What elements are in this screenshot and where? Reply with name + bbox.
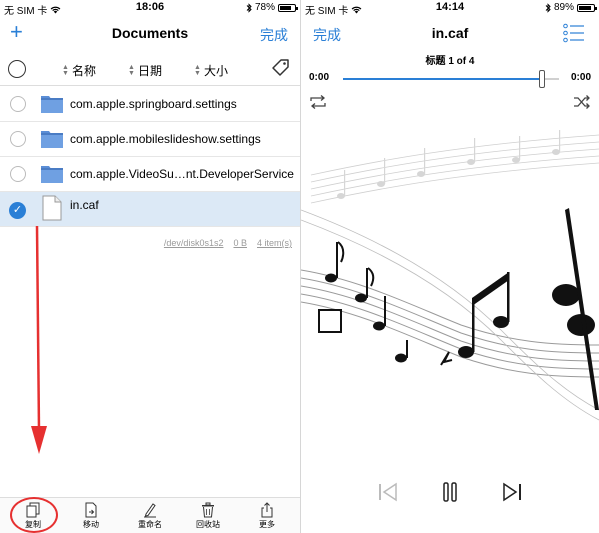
status-bar: 无 SIM 卡 14:14 89% (301, 0, 599, 17)
file-row[interactable]: com.apple.springboard.settings (0, 87, 300, 122)
file-name: in.caf (70, 198, 99, 212)
sort-by-size[interactable]: ▲ ▼ 大小 (194, 62, 228, 79)
file-row[interactable]: com.apple.VideoSu…nt.DeveloperService (0, 157, 300, 192)
done-button[interactable]: 完成 (260, 25, 288, 45)
folder-icon (41, 166, 63, 183)
item-count-link[interactable]: 4 item(s) (257, 238, 292, 248)
file-name: com.apple.VideoSu…nt.DeveloperService (70, 167, 294, 181)
page-title: Documents (111, 25, 189, 41)
progress-slider[interactable] (343, 78, 559, 80)
pause-icon[interactable] (438, 480, 462, 504)
sort-by-name[interactable]: ▲ ▼ 名称 (62, 62, 96, 79)
annotation-circle (10, 497, 58, 533)
annotation-arrow (31, 226, 47, 454)
sort-date-label: 日期 (137, 64, 162, 78)
sort-size-label: 大小 (203, 64, 228, 78)
repeat-icon[interactable] (309, 94, 327, 110)
checkmark-icon[interactable]: ✓ (9, 202, 26, 219)
battery-percent: 89% (553, 2, 574, 13)
trash-icon (202, 502, 214, 518)
row-checkbox[interactable] (10, 166, 26, 182)
move-button[interactable]: 移动 (71, 502, 111, 530)
playlist-icon[interactable] (563, 23, 585, 43)
select-all-checkbox[interactable] (8, 60, 26, 78)
sort-header: ▲ ▼ 名称 ▲ ▼ 日期 ▲ ▼ 大小 (0, 52, 300, 86)
sort-arrows-icon: ▲ ▼ (128, 63, 135, 77)
shuffle-icon[interactable] (573, 94, 591, 110)
battery-icon (278, 3, 298, 12)
file-row-selected[interactable]: ✓ in.caf (0, 192, 300, 227)
status-bar: 无 SIM 卡 18:06 78% (0, 0, 300, 17)
row-checkbox[interactable] (10, 96, 26, 112)
page-title: in.caf (431, 25, 469, 41)
battery-icon (577, 3, 597, 12)
track-counter: 标题 1 of 4 (425, 56, 475, 67)
file-row[interactable]: com.apple.mobileslideshow.settings (0, 122, 300, 157)
more-label: 更多 (259, 520, 275, 529)
file-name: com.apple.springboard.settings (70, 97, 237, 111)
document-icon (42, 195, 62, 221)
trash-button[interactable]: 回收站 (188, 502, 228, 530)
progress-fill (343, 78, 542, 80)
share-icon (261, 502, 273, 518)
rename-label: 重命名 (138, 520, 162, 529)
more-button[interactable]: 更多 (247, 502, 287, 530)
file-browser-screen: 无 SIM 卡 18:06 78% + Documents 完成 ▲ ▼ 名称 ▲… (0, 0, 300, 533)
sort-name-label: 名称 (71, 64, 96, 78)
folder-icon (41, 96, 63, 113)
sort-by-date[interactable]: ▲ ▼ 日期 (128, 62, 162, 79)
previous-track-icon[interactable] (376, 480, 400, 504)
sort-arrows-icon: ▲ ▼ (194, 63, 201, 77)
trash-label: 回收站 (196, 520, 220, 529)
move-icon (85, 502, 97, 518)
storage-info: /dev/disk0s1s2 0 B 4 item(s) (164, 238, 292, 248)
audio-player-screen: 无 SIM 卡 14:14 89% 完成 in.caf 标题 1 of 4 0:… (301, 0, 599, 533)
next-track-icon[interactable] (500, 480, 524, 504)
tag-icon[interactable] (270, 58, 290, 78)
elapsed-time: 0:00 (309, 72, 330, 83)
row-checkbox[interactable] (10, 131, 26, 147)
music-notes-artwork (301, 130, 599, 421)
battery-percent: 78% (254, 2, 275, 13)
disk-size-link[interactable]: 0 B (233, 238, 247, 248)
bluetooth-icon (246, 2, 252, 13)
rename-button[interactable]: 重命名 (130, 502, 170, 530)
file-name: com.apple.mobileslideshow.settings (70, 132, 261, 146)
nav-bar: 完成 in.caf (301, 18, 599, 50)
folder-icon (41, 131, 63, 148)
bluetooth-icon (545, 2, 551, 13)
remaining-time: 0:00 (570, 72, 591, 83)
move-label: 移动 (83, 520, 99, 529)
nav-bar: + Documents 完成 (0, 18, 300, 50)
sort-arrows-icon: ▲ ▼ (62, 63, 69, 77)
rename-icon (144, 503, 156, 518)
disk-path-link[interactable]: /dev/disk0s1s2 (164, 238, 224, 248)
progress-thumb[interactable] (538, 70, 545, 88)
